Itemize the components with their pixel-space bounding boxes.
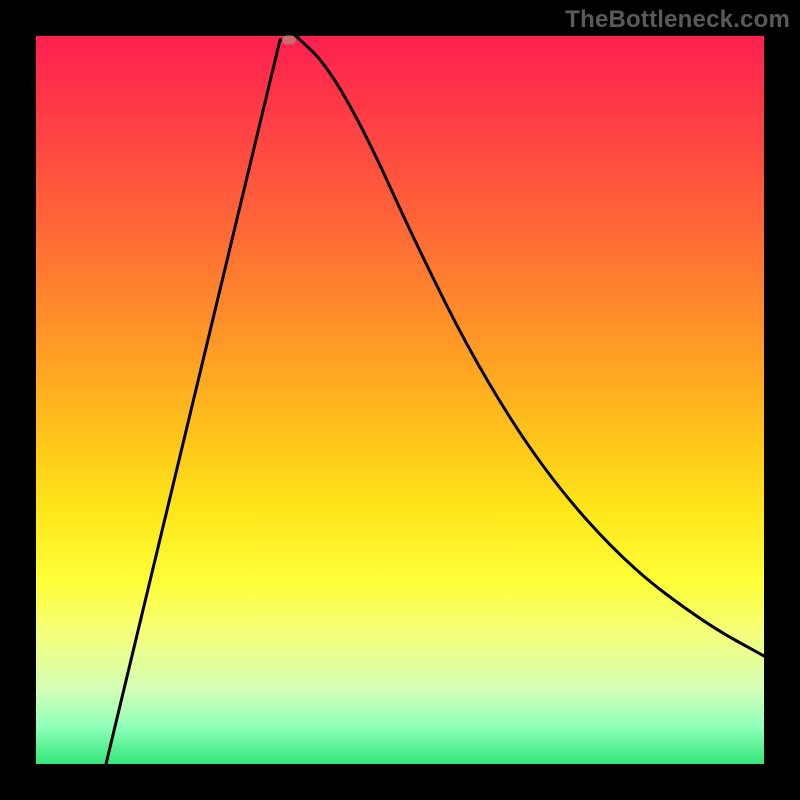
bottleneck-curve xyxy=(36,36,764,764)
plot-area xyxy=(36,36,764,764)
watermark-text: TheBottleneck.com xyxy=(565,6,790,34)
optimum-marker xyxy=(282,36,296,45)
chart-frame: TheBottleneck.com xyxy=(0,0,800,800)
